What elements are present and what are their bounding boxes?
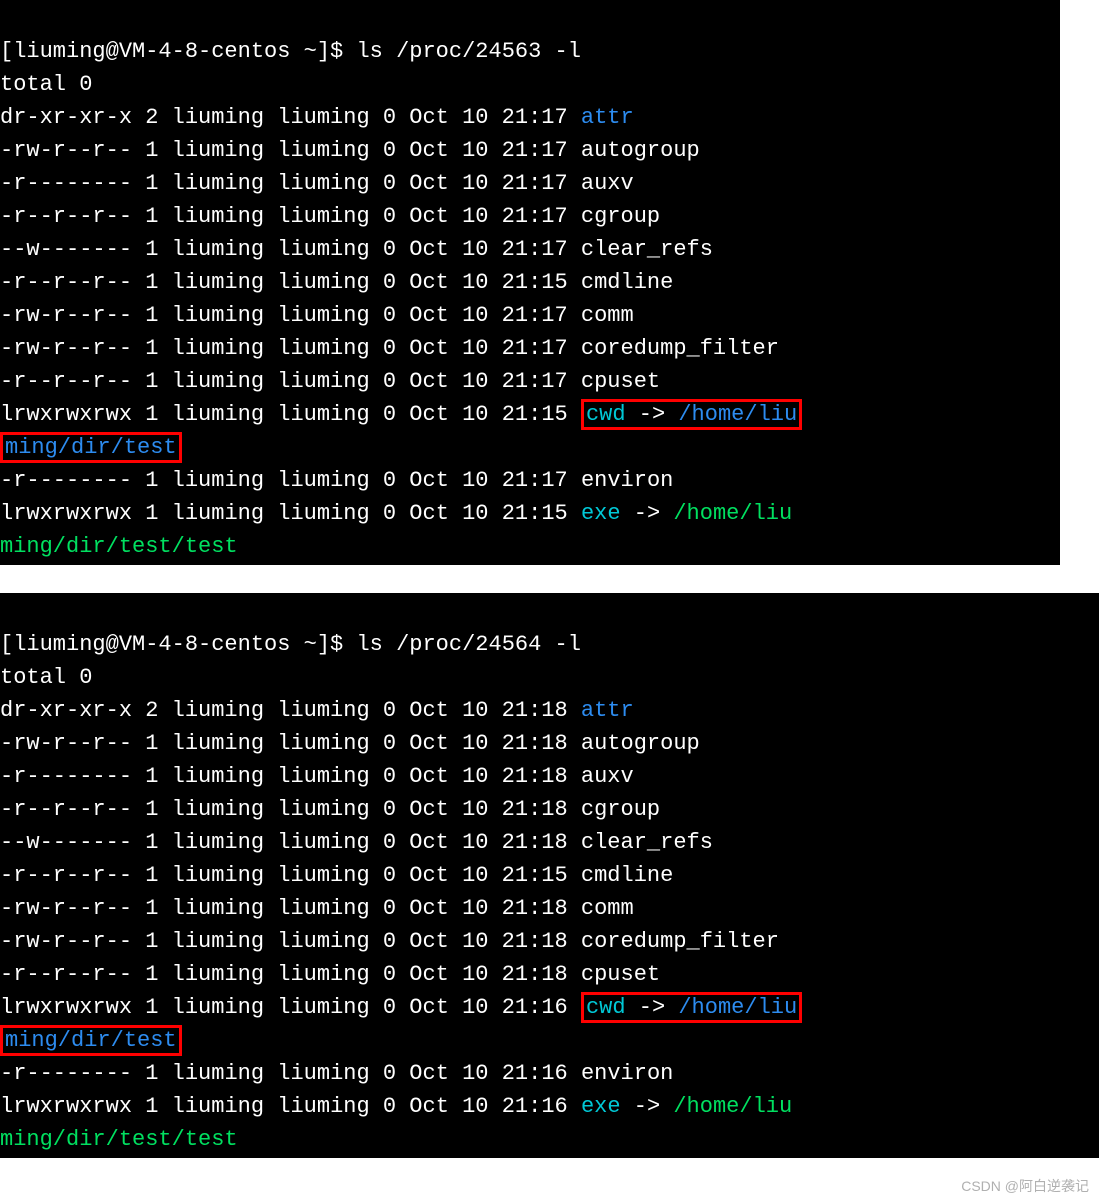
command: ls /proc/24564 -l <box>356 632 580 657</box>
exe-row: lrwxrwxrwx 1 liuming liuming 0 Oct 10 21… <box>0 501 792 526</box>
exe-target-wrap: ming/dir/test/test <box>0 534 238 559</box>
exe-row: lrwxrwxrwx 1 liuming liuming 0 Oct 10 21… <box>0 1094 792 1119</box>
cwd-row: lrwxrwxrwx 1 liuming liuming 0 Oct 10 21… <box>0 992 802 1023</box>
total: total 0 <box>0 72 92 97</box>
ls-rows-2: dr-xr-xr-x 2 liuming liuming 0 Oct 10 21… <box>0 698 779 987</box>
terminal-output-1[interactable]: [liuming@VM-4-8-centos ~]$ ls /proc/2456… <box>0 0 1060 565</box>
total: total 0 <box>0 665 92 690</box>
prompt: [liuming@VM-4-8-centos ~]$ <box>0 632 356 657</box>
exe-target-wrap: ming/dir/test/test <box>0 1127 238 1152</box>
prompt: [liuming@VM-4-8-centos ~]$ <box>0 39 356 64</box>
cwd-target-wrap: ming/dir/test <box>5 435 177 460</box>
ls-rows-1: dr-xr-xr-x 2 liuming liuming 0 Oct 10 21… <box>0 105 779 394</box>
environ-row: -r-------- 1 liuming liuming 0 Oct 10 21… <box>0 1061 673 1086</box>
environ-row: -r-------- 1 liuming liuming 0 Oct 10 21… <box>0 468 673 493</box>
terminal-output-2[interactable]: [liuming@VM-4-8-centos ~]$ ls /proc/2456… <box>0 593 1099 1158</box>
cwd-target-wrap: ming/dir/test <box>5 1028 177 1053</box>
watermark: CSDN @阿白逆袭记 <box>0 1158 1099 1204</box>
command: ls /proc/24563 -l <box>356 39 580 64</box>
cwd-row: lrwxrwxrwx 1 liuming liuming 0 Oct 10 21… <box>0 399 802 430</box>
